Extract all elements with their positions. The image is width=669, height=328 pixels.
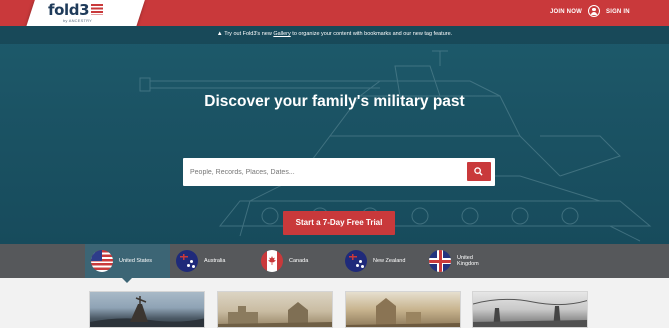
sign-in-link[interactable]: SIGN IN — [606, 9, 630, 15]
fold3-logo[interactable]: fold3 by ANCESTRY — [48, 2, 138, 26]
photo-thumbnail — [473, 298, 587, 327]
painting-thumbnail — [90, 296, 204, 327]
country-tab-united-kingdom[interactable]: United Kingdom — [427, 244, 508, 278]
user-icon[interactable] — [588, 5, 600, 17]
painting-thumbnail — [218, 302, 332, 327]
country-tab-australia[interactable]: Australia — [174, 244, 254, 278]
hero-section: ▲ Try out Fold3's new Gallery to organiz… — [0, 26, 669, 244]
country-selector: United States Australia Canada New Zeala… — [0, 244, 669, 278]
join-now-link[interactable]: JOIN NOW — [550, 9, 582, 15]
free-trial-button[interactable]: Start a 7-Day Free Trial — [283, 211, 395, 235]
country-tab-new-zealand[interactable]: New Zealand — [343, 244, 423, 278]
gallery-link[interactable]: Gallery — [273, 31, 290, 37]
search-button[interactable] — [467, 162, 491, 181]
country-label-line1: United — [457, 254, 473, 261]
search-input[interactable] — [183, 158, 453, 186]
country-label: United States — [119, 257, 153, 264]
country-label: New Zealand — [373, 257, 406, 264]
search-icon — [474, 167, 483, 176]
featured-image-card[interactable] — [89, 291, 205, 328]
country-label: United Kingdom — [457, 255, 479, 268]
logo-byline: by ANCESTRY — [63, 18, 93, 23]
painting-thumbnail — [346, 298, 460, 327]
country-label: Canada — [289, 257, 309, 264]
announcement-text: ▲ Try out Fold3's new Gallery to organiz… — [0, 31, 669, 37]
country-label-line2: Kingdom — [457, 261, 479, 267]
country-tab-united-states[interactable]: United States — [85, 244, 170, 278]
featured-image-card[interactable] — [345, 291, 461, 328]
new-zealand-flag-icon — [345, 250, 367, 272]
us-flag-icon — [91, 250, 113, 272]
featured-image-card[interactable] — [472, 291, 588, 328]
australia-flag-icon — [176, 250, 198, 272]
announcement-after: to organize your content with bookmarks … — [290, 31, 453, 37]
hero-headline: Discover your family's military past — [204, 93, 465, 110]
warning-icon: ▲ — [216, 31, 223, 37]
selected-country-pointer — [122, 278, 132, 283]
featured-image-card[interactable] — [217, 291, 333, 328]
canada-flag-icon — [261, 250, 283, 272]
logo-wordmark: fold3 — [48, 1, 90, 19]
logo-flag-icon — [91, 4, 104, 15]
uk-flag-icon — [429, 250, 451, 272]
top-bar: fold3 by ANCESTRY JOIN NOW SIGN IN — [0, 0, 669, 30]
country-label: Australia — [204, 257, 226, 264]
country-tab-canada[interactable]: Canada — [259, 244, 339, 278]
search-box — [183, 158, 495, 186]
announcement-before: Try out Fold3's new — [224, 31, 274, 37]
